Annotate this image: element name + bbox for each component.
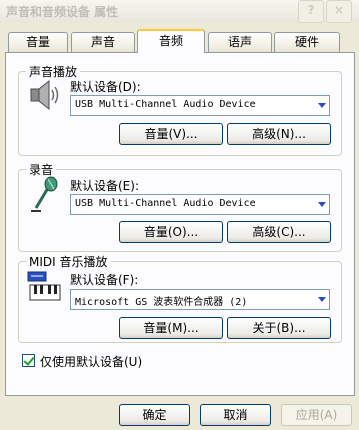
- midi-keyboard-icon: [26, 270, 64, 304]
- tab-sounds[interactable]: 声音: [71, 32, 135, 52]
- recording-device-label: 默认设备(E):: [70, 179, 139, 193]
- midi-device-select[interactable]: Microsoft GS 波表软件合成器 (2): [70, 289, 330, 310]
- midi-device-value: Microsoft GS 波表软件合成器 (2): [75, 297, 248, 308]
- checkmark-icon: [23, 354, 35, 366]
- midi-device-label: 默认设备(F):: [70, 273, 139, 287]
- only-default-label[interactable]: 仅使用默认设备(U): [40, 353, 142, 370]
- only-default-checkbox[interactable]: [22, 354, 35, 367]
- playback-volume-button[interactable]: 音量(V)...: [119, 123, 223, 145]
- chevron-down-icon: [318, 103, 326, 108]
- recording-advanced-button[interactable]: 高级(C)...: [227, 221, 331, 243]
- window-title: 声音和音频设备 属性: [6, 5, 119, 19]
- ok-button[interactable]: 确定: [119, 404, 190, 426]
- recording-device-select[interactable]: USB Multi-Channel Audio Device: [70, 194, 330, 215]
- midi-title: MIDI 音乐播放: [26, 253, 111, 270]
- midi-volume-button[interactable]: 音量(M)...: [119, 317, 223, 339]
- apply-button[interactable]: 应用(A): [281, 404, 352, 426]
- playback-device-select[interactable]: USB Multi-Channel Audio Device: [70, 95, 330, 116]
- tab-volume[interactable]: 音量: [8, 32, 68, 52]
- tab-hardware[interactable]: 硬件: [274, 32, 340, 52]
- recording-volume-button[interactable]: 音量(O)...: [119, 221, 223, 243]
- chevron-down-icon: [318, 202, 326, 207]
- tab-voice[interactable]: 语声: [208, 32, 272, 52]
- playback-device-value: USB Multi-Channel Audio Device: [75, 99, 256, 110]
- midi-about-button[interactable]: 关于(B)...: [227, 317, 331, 339]
- microphone-icon: [26, 174, 62, 214]
- recording-device-value: USB Multi-Channel Audio Device: [75, 198, 256, 209]
- chevron-down-icon: [318, 297, 326, 302]
- speaker-icon: [26, 78, 62, 114]
- tab-audio[interactable]: 音频: [137, 29, 205, 53]
- help-button[interactable]: ?: [298, 0, 324, 23]
- playback-advanced-button[interactable]: 高级(N)...: [227, 123, 331, 145]
- cancel-button[interactable]: 取消: [200, 404, 271, 426]
- title-bar: 声音和音频设备 属性 ? ×: [0, 0, 359, 23]
- playback-device-label: 默认设备(D):: [70, 80, 141, 94]
- close-button[interactable]: ×: [326, 0, 352, 23]
